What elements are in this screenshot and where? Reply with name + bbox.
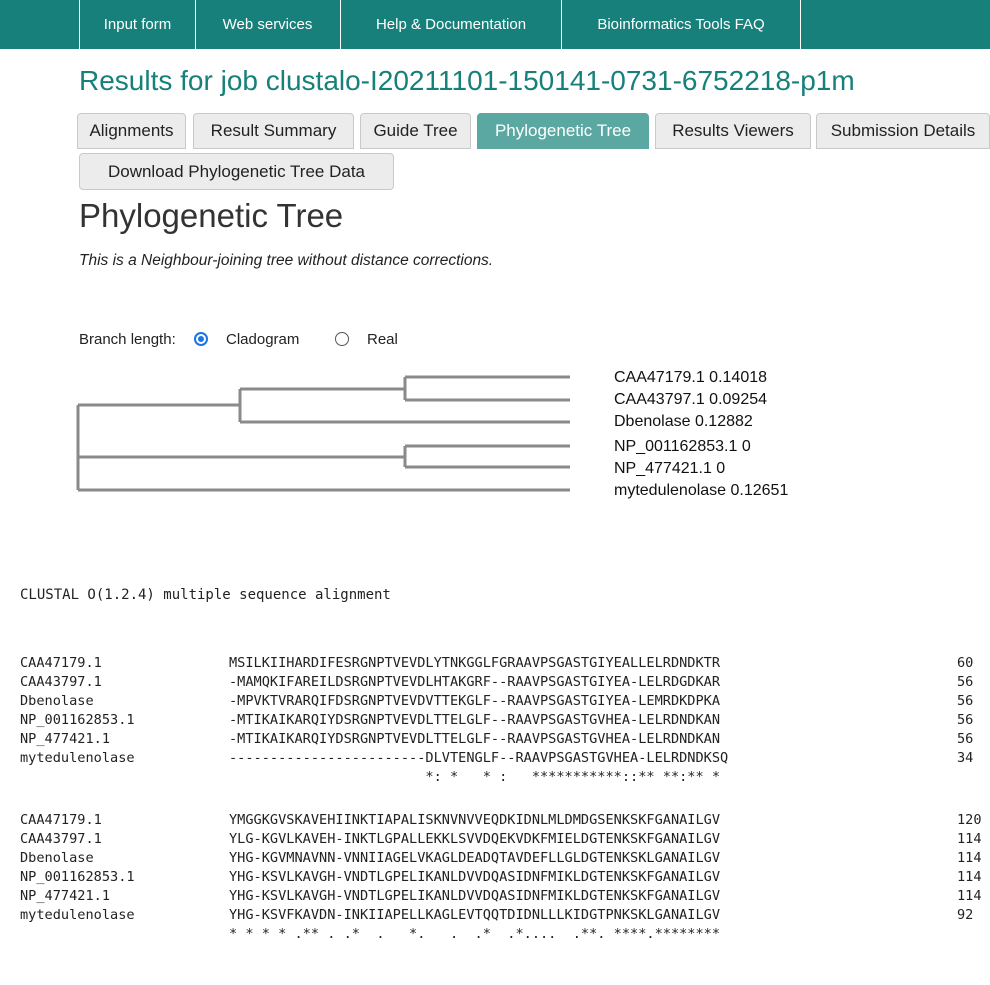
seq-residues: -MPVKTVRARQIFDSRGNPTVEVDVTTEKGLF--RAAVPS… xyxy=(229,693,721,709)
seq-residues: YMGGKGVSKAVEHIINKTIAPALISKNVNVVEQDKIDNLM… xyxy=(229,812,721,828)
real-radio[interactable] xyxy=(335,332,349,346)
seq-name: CAA47179.1 xyxy=(20,655,102,671)
seq-position: 92 xyxy=(957,907,974,923)
seq-residues: -MTIKAIKARQIYDSRGNPTVEVDLTTELGLF--RAAVPS… xyxy=(229,712,721,728)
seq-name: CAA43797.1 xyxy=(20,831,102,847)
section-title: Phylogenetic Tree xyxy=(79,197,344,234)
seq-position: 114 xyxy=(957,831,982,847)
cladogram-label: Cladogram xyxy=(226,331,300,348)
seq-residues: YHG-KSVLKAVGH-VNDTLGPELIKANLDVVDQASIDNFM… xyxy=(229,888,721,904)
seq-name: mytedulenolase xyxy=(20,907,135,923)
seq-name: NP_001162853.1 xyxy=(20,712,135,728)
tree-leaf-label: CAA43797.1 0.09254 xyxy=(614,391,768,408)
page-title: Results for job clustalo-I20211101-15014… xyxy=(79,65,855,96)
tab-submission-details[interactable]: Submission Details xyxy=(816,113,990,149)
seq-name: mytedulenolase xyxy=(20,750,135,766)
tab-result-summary[interactable]: Result Summary xyxy=(193,113,354,149)
nav-help-documentation[interactable]: Help & Documentation xyxy=(341,0,562,49)
seq-residues: -MAMQKIFAREILDSRGNPTVEVDLHTAKGRF--RAAVPS… xyxy=(229,674,721,690)
consensus-line: *: * * : ***********::** **:** * xyxy=(229,769,721,785)
seq-position: 114 xyxy=(957,888,982,904)
real-label: Real xyxy=(367,331,398,348)
seq-name: CAA47179.1 xyxy=(20,812,102,828)
seq-residues: YHG-KGVMNAVNN-VNNIIAGELVKAGLDEADQTAVDEFL… xyxy=(229,850,721,866)
phylogenetic-tree-diagram xyxy=(76,375,570,492)
tab-phylogenetic-tree[interactable]: Phylogenetic Tree xyxy=(477,113,649,149)
seq-name: NP_477421.1 xyxy=(20,731,111,747)
seq-residues: -MTIKAIKARQIYDSRGNPTVEVDLTTELGLF--RAAVPS… xyxy=(229,731,721,747)
seq-position: 56 xyxy=(957,731,974,747)
download-tree-button[interactable]: Download Phylogenetic Tree Data xyxy=(79,153,394,190)
consensus-line: * * * * .** . .* . *. . .* .*.... .**. *… xyxy=(229,926,721,942)
tree-leaf-label: mytedulenolase 0.12651 xyxy=(614,482,789,499)
seq-name: CAA43797.1 xyxy=(20,674,102,690)
seq-position: 56 xyxy=(957,674,974,690)
tree-description: This is a Neighbour-joining tree without… xyxy=(79,252,494,269)
tree-leaf-label: NP_001162853.1 0 xyxy=(614,438,751,455)
nav-input-form[interactable]: Input form xyxy=(79,0,196,49)
branch-length-label: Branch length: xyxy=(79,331,176,348)
tab-alignments[interactable]: Alignments xyxy=(77,113,186,149)
seq-position: 56 xyxy=(957,693,974,709)
seq-name: Dbenolase xyxy=(20,693,94,709)
seq-name: Dbenolase xyxy=(20,850,94,866)
seq-position: 114 xyxy=(957,850,982,866)
tree-leaf-label: CAA47179.1 0.14018 xyxy=(614,369,768,386)
seq-position: 114 xyxy=(957,869,982,885)
seq-name: NP_477421.1 xyxy=(20,888,111,904)
tree-leaf-label: Dbenolase 0.12882 xyxy=(614,413,753,430)
cladogram-radio[interactable] xyxy=(194,332,208,346)
seq-residues: YHG-KSVFKAVDN-INKIIAPELLKAGLEVTQQTDIDNLL… xyxy=(229,907,721,923)
seq-residues: YLG-KGVLKAVEH-INKTLGPALLEKKLSVVDQEKVDKFM… xyxy=(229,831,721,847)
seq-residues: MSILKIIHARDIFESRGNPTVEVDLYTNKGGLFGRAAVPS… xyxy=(229,655,721,671)
tab-guide-tree[interactable]: Guide Tree xyxy=(360,113,471,149)
seq-position: 60 xyxy=(957,655,974,671)
nav-web-services[interactable]: Web services xyxy=(195,0,341,49)
tab-results-viewers[interactable]: Results Viewers xyxy=(655,113,811,149)
nav-bioinformatics-faq[interactable]: Bioinformatics Tools FAQ xyxy=(562,0,801,49)
alignment-header: CLUSTAL O(1.2.4) multiple sequence align… xyxy=(20,587,391,603)
seq-position: 56 xyxy=(957,712,974,728)
top-navigation-bar: Input form Web services Help & Documenta… xyxy=(0,0,990,49)
seq-residues: ------------------------DLVTENGLF--RAAVP… xyxy=(229,750,729,766)
seq-position: 34 xyxy=(957,750,974,766)
tree-leaf-label: NP_477421.1 0 xyxy=(614,460,726,477)
seq-position: 120 xyxy=(957,812,982,828)
seq-name: NP_001162853.1 xyxy=(20,869,135,885)
seq-residues: YHG-KSVLKAVGH-VNDTLGPELIKANLDVVDQASIDNFM… xyxy=(229,869,721,885)
